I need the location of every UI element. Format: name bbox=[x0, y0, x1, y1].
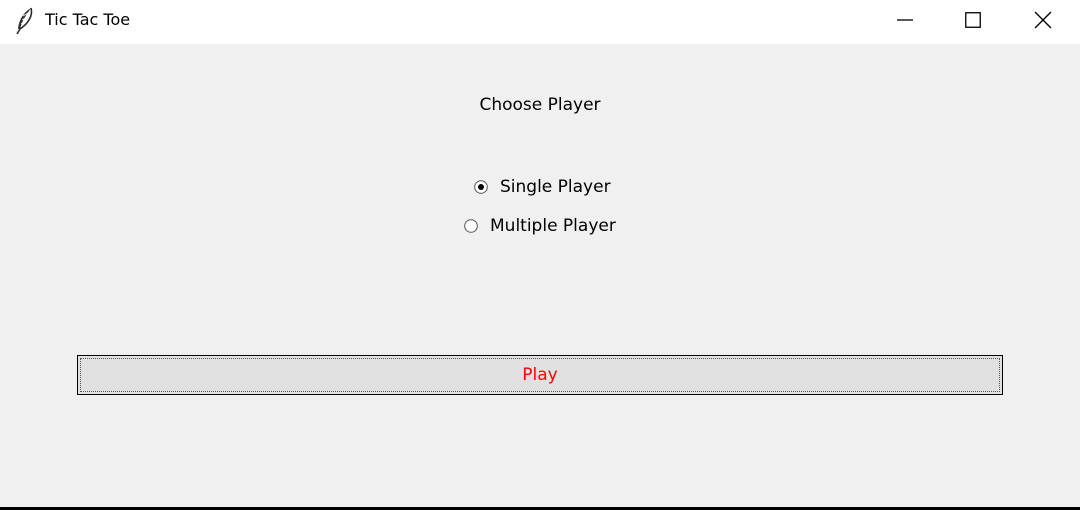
radio-unselected-icon bbox=[464, 219, 478, 233]
choose-player-heading: Choose Player bbox=[479, 95, 601, 115]
app-window: Tic Tac Toe Choose Player Single Player bbox=[0, 0, 1080, 510]
single-player-radio[interactable]: Single Player bbox=[474, 177, 611, 197]
radio-selected-icon bbox=[474, 180, 488, 194]
minimize-button[interactable] bbox=[870, 0, 940, 40]
feather-icon bbox=[14, 7, 36, 35]
play-button-focus-ring: Play bbox=[80, 358, 1000, 392]
play-button-label: Play bbox=[522, 365, 558, 385]
play-button[interactable]: Play bbox=[77, 355, 1003, 395]
window-title: Tic Tac Toe bbox=[45, 10, 131, 29]
maximize-icon bbox=[965, 12, 981, 28]
single-player-label: Single Player bbox=[500, 177, 611, 197]
title-bar[interactable]: Tic Tac Toe bbox=[0, 0, 1080, 44]
close-icon bbox=[1034, 11, 1052, 29]
multiple-player-label: Multiple Player bbox=[490, 216, 616, 236]
minimize-icon bbox=[897, 12, 913, 28]
maximize-button[interactable] bbox=[938, 0, 1008, 40]
close-button[interactable] bbox=[1008, 0, 1078, 40]
multiple-player-radio[interactable]: Multiple Player bbox=[464, 216, 616, 236]
